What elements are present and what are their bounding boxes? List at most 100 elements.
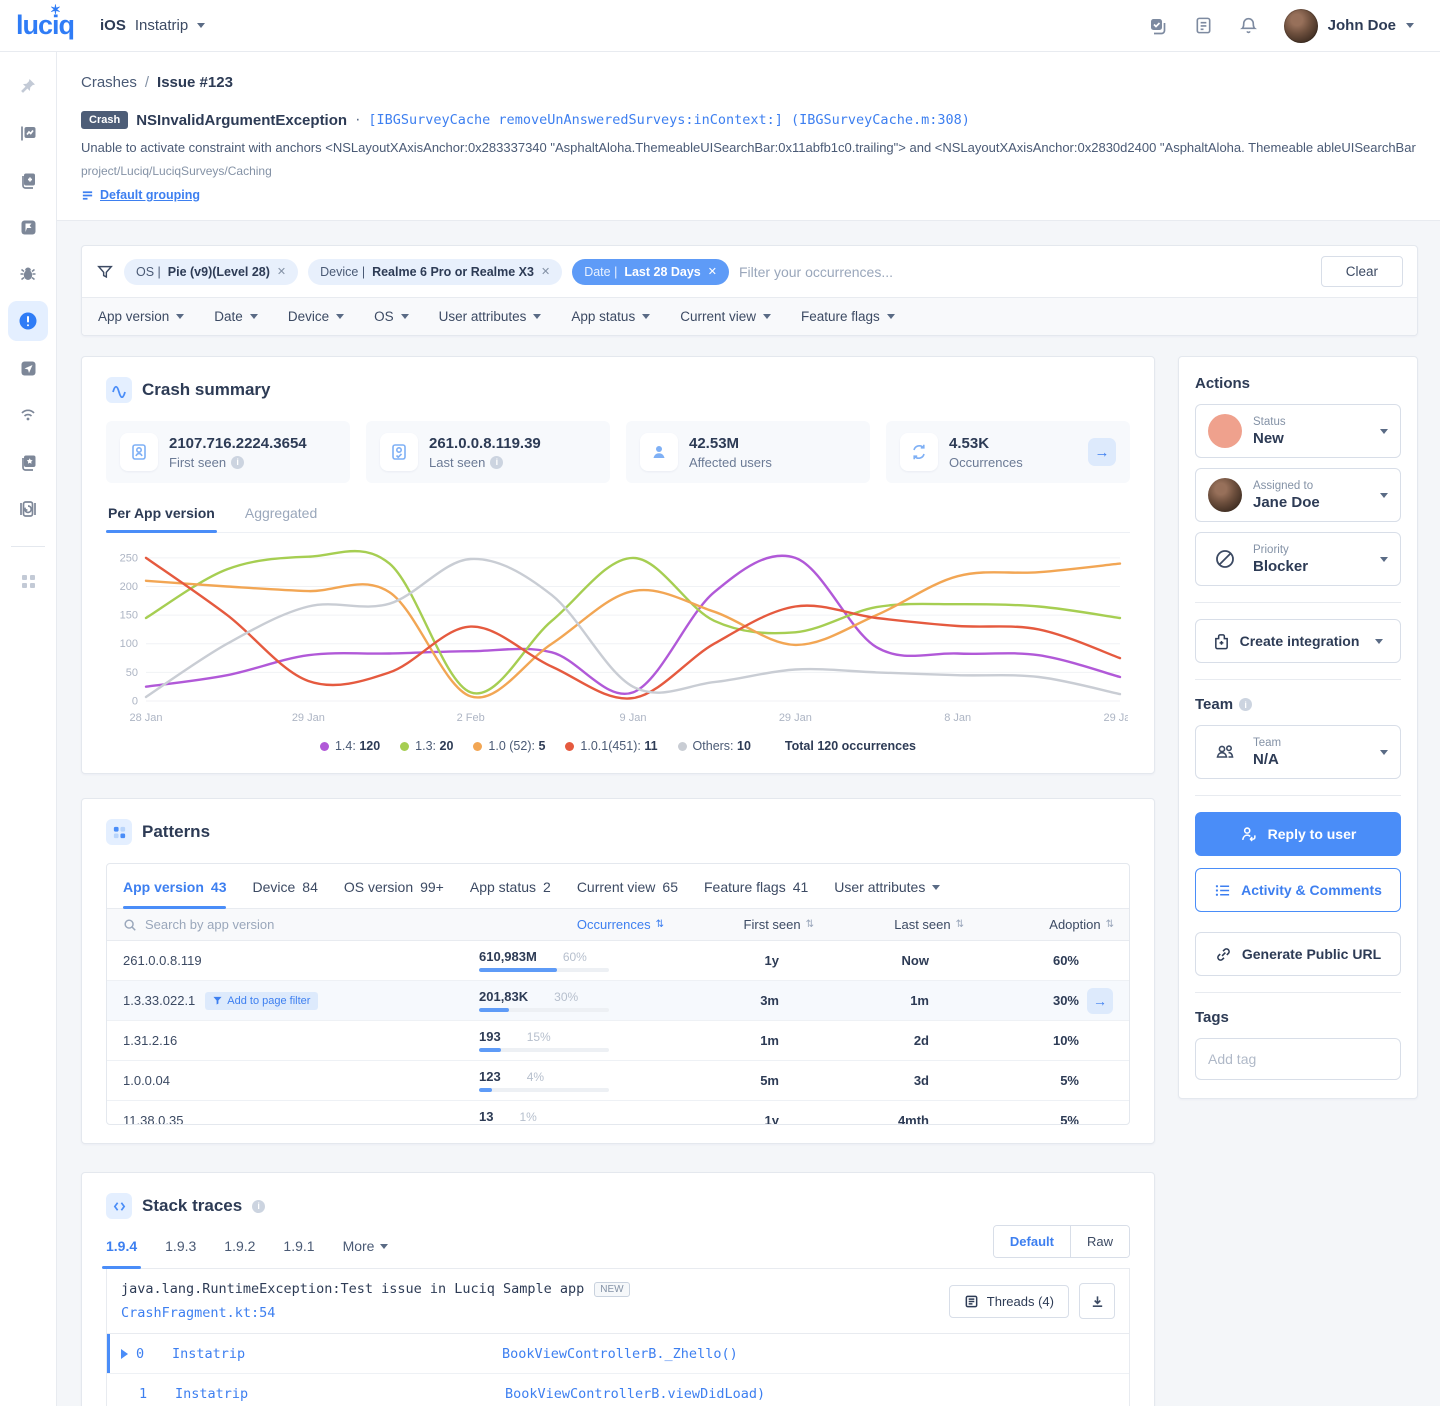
row-last-seen: 1m — [910, 993, 929, 1008]
notes-icon[interactable] — [1194, 16, 1213, 35]
legend-item[interactable]: 1.4: 120 — [319, 739, 380, 753]
column-header-adoption[interactable]: Adoption ⇅ — [963, 917, 1114, 932]
download-icon[interactable] — [1079, 1283, 1115, 1319]
stack-frame[interactable]: 0 Instatrip BookViewControllerB._Zhello() — [107, 1334, 1129, 1374]
stack-tab-1.9.1[interactable]: 1.9.1 — [283, 1238, 314, 1268]
filter-dropdowns-row: App version Date Device OS User attributes Ap… — [82, 297, 1417, 335]
filter-chip-1[interactable]: Device | Realme 6 Pro or Realme X3 ✕ — [308, 258, 563, 285]
rail-pin-icon[interactable] — [8, 66, 48, 106]
legend-item[interactable]: 1.0 (52): 5 — [473, 739, 545, 753]
stack-tab-more[interactable]: More — [343, 1238, 389, 1268]
column-header-occurrences[interactable]: Occurrences ⇅ — [433, 917, 664, 932]
bell-icon[interactable] — [1239, 16, 1258, 35]
user-menu[interactable]: John Doe — [1283, 8, 1414, 43]
app-switcher[interactable]: iOS Instatrip — [100, 17, 206, 34]
occurrences-arrow-button[interactable]: → — [1088, 438, 1116, 466]
chart-tab-aggregated[interactable]: Aggregated — [243, 505, 319, 532]
reply-to-user-button[interactable]: Reply to user — [1195, 812, 1401, 856]
stack-tab-1.9.4[interactable]: 1.9.4 — [101, 1238, 142, 1269]
table-row[interactable]: 261.0.0.8.119610,983M60%1yNow60%→ — [107, 941, 1129, 981]
assigned-to-select[interactable]: Assigned to Jane Doe — [1195, 468, 1401, 522]
rail-crash-alert-icon[interactable] — [8, 301, 48, 341]
filter-chip-2[interactable]: Date | Last 28 Days ✕ — [572, 258, 729, 285]
filter-dropdown-os[interactable]: OS — [374, 309, 409, 324]
rail-apps-grid-icon[interactable] — [8, 561, 48, 601]
filter-dropdown-current-view[interactable]: Current view — [680, 309, 771, 324]
table-row[interactable]: 1.31.2.1619315%1m2d10%→ — [107, 1021, 1129, 1061]
rail-broadcast-icon[interactable] — [8, 395, 48, 435]
svg-text:100: 100 — [120, 638, 138, 650]
row-first-seen: 5m — [760, 1073, 779, 1088]
table-row[interactable]: 1.3.33.022.1 Add to page filter 201,83K 30%… — [107, 981, 1129, 1021]
table-row[interactable]: 11.38.0.35131%1y4mth5%→ — [107, 1101, 1129, 1125]
rail-flag-icon[interactable] — [8, 207, 48, 247]
filter-dropdown-user-attributes[interactable]: User attributes — [439, 309, 542, 324]
rail-insights-icon[interactable] — [8, 113, 48, 153]
frame-index: 1 — [139, 1385, 148, 1402]
status-select[interactable]: Status New — [1195, 404, 1401, 458]
rail-session-replay-icon[interactable] — [8, 489, 48, 529]
row-open-arrow-button[interactable]: → — [1087, 987, 1113, 1014]
patterns-search-input[interactable] — [145, 917, 365, 932]
threads-button[interactable]: Threads (4) — [948, 1284, 1069, 1318]
add-tag-input[interactable] — [1195, 1038, 1401, 1080]
filter-dropdown-date[interactable]: Date — [214, 309, 258, 324]
stat-texts: 2107.716.2224.3654 First seen i — [169, 435, 307, 470]
remove-chip-icon[interactable]: ✕ — [708, 265, 717, 278]
crash-file-link[interactable]: CrashFragment.kt:54 — [121, 1305, 949, 1321]
stack-frame[interactable]: 1 Instatrip BookViewControllerB.viewDidLoa… — [107, 1374, 1129, 1406]
patterns-tab-app-status[interactable]: App status 2 — [470, 879, 551, 908]
default-grouping-link[interactable]: Default grouping — [81, 188, 200, 202]
filter-input[interactable] — [738, 263, 1311, 280]
legend-item[interactable]: Others: 10 — [677, 739, 751, 753]
rail-reports-icon[interactable] — [8, 160, 48, 200]
patterns-search[interactable] — [123, 917, 433, 932]
activity-comments-button[interactable]: Activity & Comments — [1195, 868, 1401, 912]
tab-count-badge: 99+ — [420, 879, 444, 895]
left-nav-rail — [0, 52, 57, 1406]
row-first-seen: 1y — [764, 1113, 779, 1125]
patterns-tab-current-view[interactable]: Current view 65 — [577, 879, 678, 908]
patterns-tab-os-version[interactable]: OS version 99+ — [344, 879, 444, 908]
rail-starred-icon[interactable] — [8, 442, 48, 482]
remove-chip-icon[interactable]: ✕ — [277, 265, 286, 278]
legend-item[interactable]: 1.3: 20 — [400, 739, 453, 753]
clear-filters-button[interactable]: Clear — [1320, 256, 1403, 287]
luciq-logo[interactable]: luciq ✶ — [16, 3, 75, 39]
column-header-first-seen[interactable]: First seen ⇅ — [663, 917, 815, 932]
chevron-down-icon — [400, 314, 409, 319]
view-toggle-raw[interactable]: Raw — [1070, 1226, 1129, 1257]
avatar — [1283, 8, 1318, 43]
patterns-tab-app-version[interactable]: App version 43 — [123, 879, 227, 909]
filter-dropdown-device[interactable]: Device — [288, 309, 345, 324]
stack-tab-1.9.2[interactable]: 1.9.2 — [224, 1238, 255, 1268]
row-occurrences: 193 15% — [399, 1029, 629, 1052]
filter-dropdown-app-status[interactable]: App status — [571, 309, 651, 324]
filter-chip-0[interactable]: OS | Pie (v9)(Level 28) ✕ — [124, 258, 299, 285]
chevron-down-icon — [197, 23, 206, 28]
chart-tab-per-app-version[interactable]: Per App version — [106, 505, 217, 533]
stack-tab-1.9.3[interactable]: 1.9.3 — [165, 1238, 196, 1268]
patterns-tab-device[interactable]: Device 84 — [252, 879, 317, 908]
stack-traces-card: Stack traces i 1.9.4 1.9.3 1.9.2 1.9.1 More … — [81, 1172, 1155, 1406]
team-select[interactable]: Team N/A — [1195, 725, 1401, 779]
filter-dropdown-feature-flags[interactable]: Feature flags — [801, 309, 895, 324]
rail-send-icon[interactable] — [8, 348, 48, 388]
chevron-down-icon — [336, 314, 345, 319]
view-toggle-default[interactable]: Default — [993, 1226, 1071, 1257]
priority-select[interactable]: Priority Blocker — [1195, 532, 1401, 586]
patterns-tab-user-attributes[interactable]: User attributes — [834, 879, 941, 908]
tasks-icon[interactable] — [1148, 16, 1168, 36]
create-integration-button[interactable]: Create integration — [1195, 619, 1401, 663]
rail-bug-icon[interactable] — [8, 254, 48, 294]
patterns-tab-feature-flags[interactable]: Feature flags 41 — [704, 879, 808, 908]
add-to-page-filter-chip[interactable]: Add to page filter — [205, 991, 319, 1010]
filter-dropdown-app-version[interactable]: App version — [98, 309, 185, 324]
frame-symbol: BookViewControllerB.viewDidLoad) — [505, 1385, 766, 1402]
remove-chip-icon[interactable]: ✕ — [541, 265, 550, 278]
legend-item[interactable]: 1.0.1(451): 11 — [565, 739, 658, 753]
generate-public-url-button[interactable]: Generate Public URL — [1195, 932, 1401, 976]
column-header-last-seen[interactable]: Last seen ⇅ — [813, 917, 964, 932]
table-row[interactable]: 1.0.0.041234%5m3d5%→ — [107, 1061, 1129, 1101]
breadcrumb-crashes[interactable]: Crashes — [81, 74, 137, 91]
